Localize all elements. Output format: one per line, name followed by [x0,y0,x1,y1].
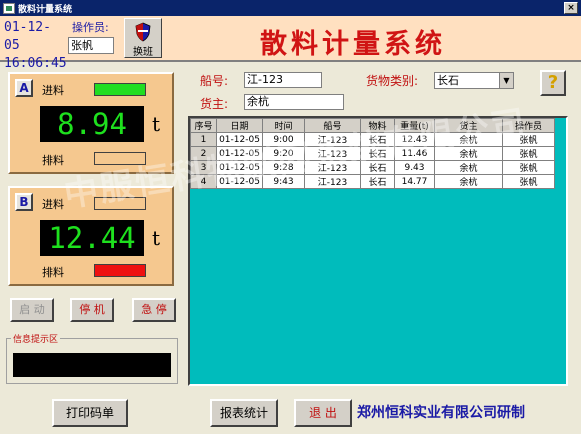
info-message-box [13,353,171,377]
help-button[interactable]: ? [540,70,566,96]
ship-label: 船号: [200,74,229,88]
table-cell: 江-123 [304,132,361,147]
info-legend: 信息提示区 [11,332,61,345]
table-cell: 江-123 [304,146,361,161]
discharge-indicator [94,264,146,277]
table-cell: 01-12-05 [216,132,263,147]
table-row[interactable]: 1 01-12-05 9:00 江-123 长石 12.43 余杭 张帆 [190,132,555,147]
exit-button[interactable]: 退 出 [294,399,352,427]
feed-in-label: 进料 [42,84,64,97]
weight-display: 12.44 [40,220,144,256]
feed-in-label: 进料 [42,198,64,211]
table-cell: 9:20 [262,146,305,161]
scale-letter: B [15,193,33,211]
table-cell: 江-123 [304,174,361,189]
window-title: 散料计量系统 [18,4,73,15]
column-header[interactable]: 重量(t) [394,118,435,133]
table-cell: 12.43 [394,132,435,147]
chevron-down-icon[interactable]: ▼ [499,73,513,88]
ship-number-input[interactable]: 江-123 [244,72,322,88]
shift-button-label: 换班 [133,47,153,58]
column-header[interactable]: 日期 [216,118,263,133]
table-cell: 2 [190,146,217,161]
column-header[interactable]: 船号 [304,118,361,133]
time-text: 16:06:45 [4,56,67,71]
weight-unit: t [152,226,161,250]
emergency-stop-button[interactable]: 急 停 [132,298,176,322]
discharge-indicator [94,152,146,165]
cargo-type-select[interactable]: 长石 ▼ [434,72,514,89]
shift-change-button[interactable]: 换班 [124,18,162,58]
table-cell: 张帆 [502,160,555,175]
info-panel: 信息提示区 [6,332,178,384]
operator-label: 操作员: [72,21,109,34]
table-cell: 长石 [360,174,395,189]
table-cell: 张帆 [502,146,555,161]
table-cell: 张帆 [502,132,555,147]
table-row[interactable]: 3 01-12-05 9:28 江-123 长石 9.43 余杭 张帆 [190,160,555,175]
owner-input[interactable]: 余杭 [244,94,344,110]
start-button[interactable]: 启 动 [10,298,54,322]
shield-icon [135,22,151,42]
scale-a-panel: A 进料 8.94 t 排料 [8,72,174,174]
table-header-row: 序号 日期 时间 船号 物料 重量(t) 货主 操作员 [190,118,555,133]
table-cell: 长石 [360,132,395,147]
table-cell: 9.43 [394,160,435,175]
discharge-label: 排料 [42,266,64,279]
date-text: 01-12-05 [4,20,51,53]
weight-unit: t [152,112,161,136]
table-cell: 1 [190,132,217,147]
table-cell: 3 [190,160,217,175]
datetime-display: 01-12-05 16:06:45 [4,19,67,73]
stop-button[interactable]: 停 机 [70,298,114,322]
column-header[interactable]: 时间 [262,118,305,133]
table-cell: 余杭 [434,146,503,161]
discharge-label: 排料 [42,154,64,167]
developer-credit: 郑州恒科实业有限公司研制 [357,405,525,421]
report-stats-button[interactable]: 报表统计 [210,399,278,427]
owner-label: 货主: [200,97,229,111]
table-row[interactable]: 4 01-12-05 9:43 江-123 长石 14.77 余杭 张帆 [190,174,555,189]
title-bar: 散料计量系统 × [0,0,581,16]
table-cell: 长石 [360,160,395,175]
table-cell: 余杭 [434,132,503,147]
window-close-button[interactable]: × [564,2,578,14]
table-cell: 14.77 [394,174,435,189]
table-cell: 长石 [360,146,395,161]
column-header[interactable]: 序号 [190,118,217,133]
scale-b-panel: B 进料 12.44 t 排料 [8,186,174,286]
header-bar: 01-12-05 16:06:45 操作员: 张帆 换班 散料计量系统 [0,16,581,71]
table-cell: 余杭 [434,160,503,175]
weight-display: 8.94 [40,106,144,142]
table-cell: 9:43 [262,174,305,189]
column-header[interactable]: 货主 [434,118,503,133]
feed-in-indicator [94,83,146,96]
scale-letter: A [15,79,33,97]
column-header[interactable]: 操作员 [502,118,555,133]
table-cell: 01-12-05 [216,160,263,175]
operator-field: 张帆 [68,37,114,54]
table-cell: 江-123 [304,160,361,175]
records-grid[interactable]: 序号 日期 时间 船号 物料 重量(t) 货主 操作员 1 01-12-05 9:0… [188,116,568,386]
cargo-type-value: 长石 [437,74,459,87]
table-cell: 11.46 [394,146,435,161]
table-cell: 9:28 [262,160,305,175]
cargo-type-label: 货物类别: [366,74,419,88]
table-cell: 9:00 [262,132,305,147]
table-row[interactable]: 2 01-12-05 9:20 江-123 长石 11.46 余杭 张帆 [190,146,555,161]
column-header[interactable]: 物料 [360,118,395,133]
app-icon [3,2,15,14]
records-table: 序号 日期 时间 船号 物料 重量(t) 货主 操作员 1 01-12-05 9:0… [190,118,555,189]
table-cell: 01-12-05 [216,174,263,189]
table-cell: 01-12-05 [216,146,263,161]
feed-in-indicator [94,197,146,210]
print-ticket-button[interactable]: 打印码单 [52,399,128,427]
table-cell: 4 [190,174,217,189]
table-cell: 张帆 [502,174,555,189]
app-title: 散料计量系统 [260,29,446,60]
table-cell: 余杭 [434,174,503,189]
